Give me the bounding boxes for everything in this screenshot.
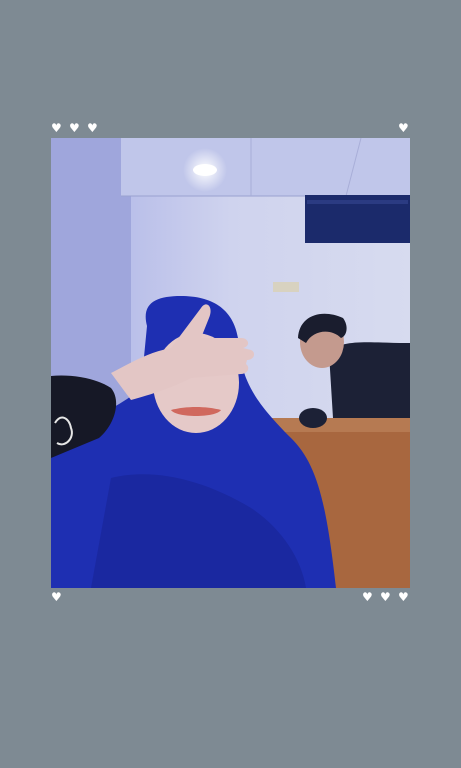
heart-icon: ♥ [398,590,409,604]
heart-icon: ♥ [398,121,409,135]
ceiling [121,138,410,196]
heart-icon: ♥ [51,590,62,604]
selfie-photo [51,138,410,588]
heart-icon: ♥ [362,590,373,604]
hearts-top-left: ♥ ♥ ♥ [51,122,99,134]
heart-icon: ♥ [51,121,62,135]
heart-icon: ♥ [380,590,391,604]
hearts-top-right: ♥ [398,122,410,134]
heart-icon: ♥ [69,121,80,135]
wall-switch [273,282,299,292]
hearts-bottom-right: ♥ ♥ ♥ [362,591,410,603]
photo-illustration [51,138,410,588]
hearts-bottom-left: ♥ [51,591,63,603]
heart-icon: ♥ [87,121,98,135]
